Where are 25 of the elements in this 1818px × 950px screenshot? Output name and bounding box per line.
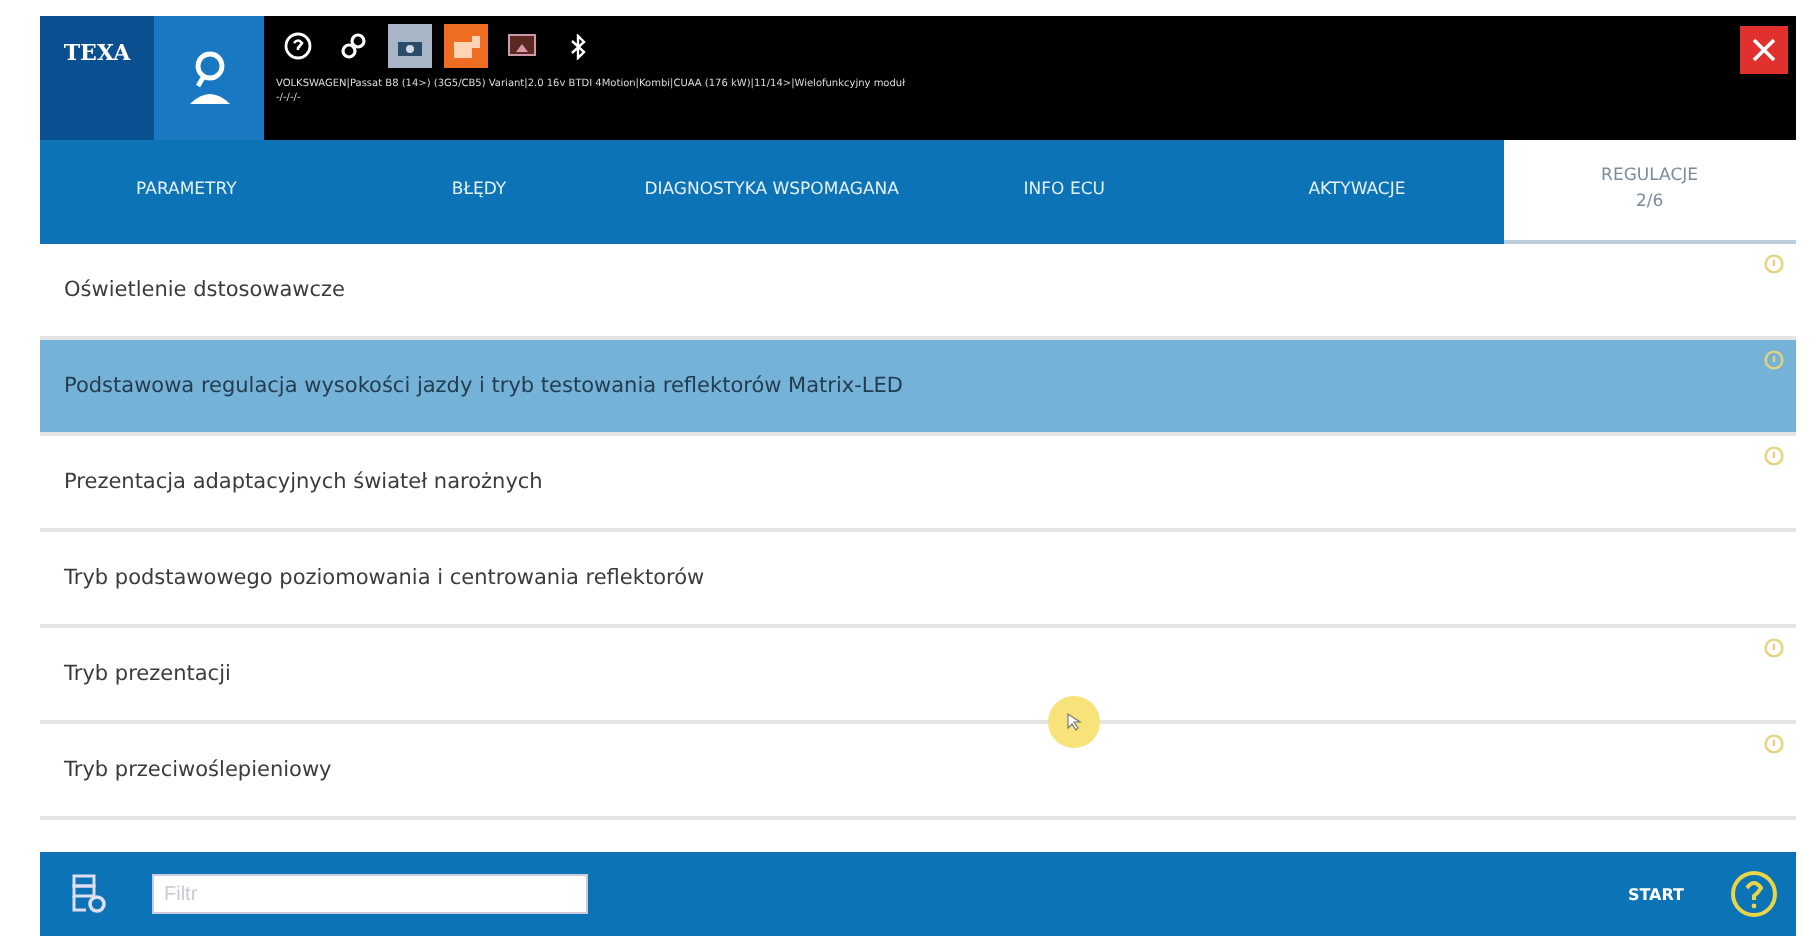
camera-button[interactable] xyxy=(388,24,432,68)
touch-indicator xyxy=(1048,696,1100,748)
monitor-icon xyxy=(508,33,536,59)
list-item[interactable]: Tryb podstawowego poziomowania i centrowania reflektorów xyxy=(40,532,1796,628)
texa-logo: TEXA xyxy=(40,16,154,140)
bluetooth-icon xyxy=(570,33,586,59)
user-search-button[interactable] xyxy=(154,16,264,140)
tab[interactable]: REGULACJE 2/6 xyxy=(1503,140,1796,244)
filter-field[interactable]: Filtr xyxy=(152,874,588,914)
list-item[interactable]: Podstawowa regulacja wysokości jazdy i tryb testowania reflektorów Matrix-LED xyxy=(40,340,1796,436)
start-button[interactable]: START xyxy=(1619,877,1692,911)
list-settings-icon[interactable] xyxy=(72,874,108,914)
person-search-icon xyxy=(185,50,233,106)
camera-icon xyxy=(398,37,422,55)
help-icon xyxy=(1730,870,1778,918)
list-item[interactable]: Prezentacja adaptacyjnych świateł narożnych xyxy=(40,436,1796,532)
tab[interactable]: DIAGNOSTYKA WSPOMAGANA xyxy=(625,140,918,244)
tab[interactable]: PARAMETRY xyxy=(40,140,333,244)
tab[interactable]: BŁĘDY xyxy=(332,140,626,244)
close-icon xyxy=(1752,38,1776,62)
link-icon xyxy=(340,32,368,60)
tab[interactable]: INFO ECU xyxy=(917,140,1211,244)
device-icon xyxy=(453,35,479,57)
help-icon xyxy=(284,32,312,60)
close-button[interactable] xyxy=(1740,26,1788,74)
